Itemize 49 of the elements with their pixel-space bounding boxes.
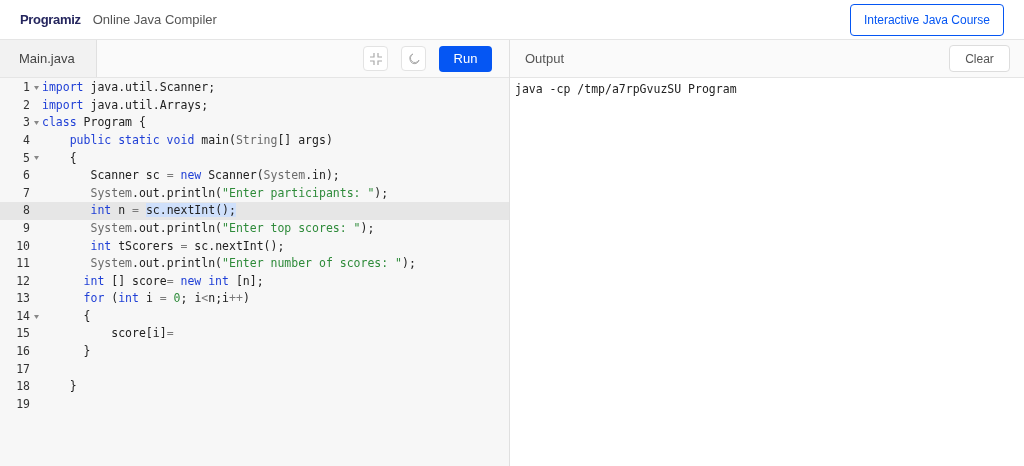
line-number: 5 — [23, 149, 30, 167]
line-number: 7 — [23, 184, 30, 202]
line-number: 12 — [16, 272, 30, 290]
run-button[interactable]: Run — [439, 45, 492, 72]
code-line: System.out.println("Enter number of scores: "); — [89, 255, 416, 273]
code-line: } — [68, 378, 77, 396]
line-number: 18 — [16, 378, 30, 396]
line-number: 4 — [23, 131, 30, 149]
file-tab[interactable]: Main.java — [0, 40, 97, 77]
line-number: 1 — [23, 79, 30, 97]
line-number: 11 — [16, 255, 30, 273]
code-line: Scanner sc = new Scanner(System.in); — [89, 167, 340, 185]
line-number: 17 — [16, 360, 30, 378]
line-number: 6 — [23, 167, 30, 185]
line-number: 16 — [16, 343, 30, 361]
code-line: } — [82, 343, 91, 361]
page-title: Online Java Compiler — [92, 10, 217, 29]
line-number: 2 — [23, 96, 30, 114]
line-number: 3 — [23, 114, 30, 132]
code-line: int [] score= new int [n]; — [82, 272, 264, 290]
code-line: { — [68, 149, 77, 167]
code-line: import java.util.Scanner; — [42, 79, 216, 97]
line-number: 15 — [16, 325, 30, 343]
line-number: 19 — [16, 395, 30, 413]
line-number: 8 — [23, 202, 30, 220]
line-number: 14 — [16, 307, 30, 325]
code-line: System.out.println("Enter top scores: "); — [89, 219, 375, 237]
code-line: score[i]= — [110, 325, 174, 343]
fold-caret-icon[interactable] — [33, 121, 39, 125]
code-line: class Program { — [42, 114, 146, 132]
course-button[interactable]: Interactive Java Course — [849, 3, 1004, 36]
line-number: 13 — [16, 290, 30, 308]
line-number: 9 — [23, 219, 30, 237]
console-output: java -cp /tmp/a7rpGvuzSU Program — [515, 82, 737, 96]
code-line: import java.util.Arrays; — [42, 96, 209, 114]
code-line: public static void main(String[] args) — [68, 131, 333, 149]
fold-caret-icon[interactable] — [33, 314, 39, 319]
fold-caret-icon[interactable] — [33, 85, 39, 90]
code-line: int n = sc.nextInt(); — [89, 202, 236, 220]
code-line: { — [82, 307, 91, 325]
dark-mode-icon[interactable] — [401, 46, 426, 71]
code-line: int tScorers = sc.nextInt(); — [89, 237, 285, 255]
code-line: for (int i = 0; i<n;i++) — [82, 290, 250, 308]
output-title: Output — [525, 49, 565, 68]
line-number: 10 — [16, 237, 30, 255]
fold-caret-icon[interactable] — [33, 156, 39, 161]
logo[interactable]: Programiz — [20, 9, 81, 30]
code-line: System.out.println("Enter participants: "); — [89, 184, 389, 202]
clear-button[interactable]: Clear — [949, 45, 1010, 72]
